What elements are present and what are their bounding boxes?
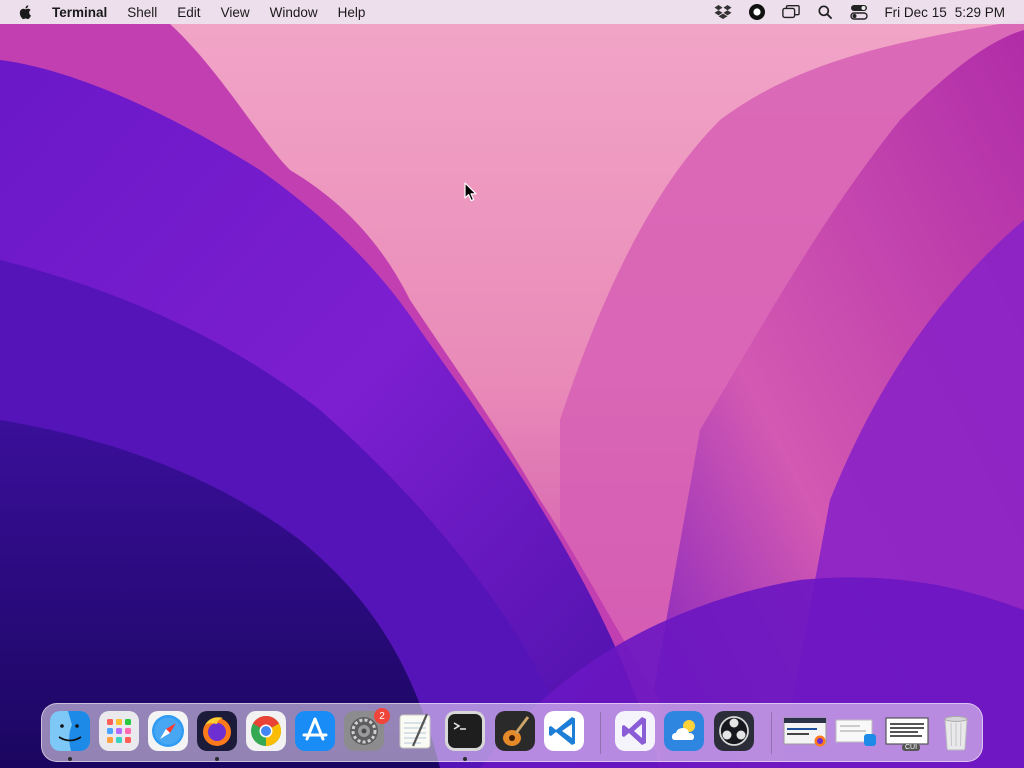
- minimized-window-thumbnail-1[interactable]: [783, 716, 827, 748]
- trash-icon[interactable]: [936, 711, 976, 751]
- visual-studio-icon[interactable]: [615, 711, 655, 751]
- chrome-icon[interactable]: [246, 711, 286, 751]
- terminal-icon[interactable]: [445, 711, 485, 751]
- dock-separator-2: [771, 712, 772, 754]
- menu-view[interactable]: View: [221, 5, 250, 20]
- mouse-cursor-icon: [464, 182, 477, 202]
- dropbox-icon[interactable]: [714, 3, 732, 21]
- system-preferences-badge: 2: [374, 708, 390, 724]
- dock: 2 CUI: [41, 703, 983, 762]
- obs-icon[interactable]: [714, 711, 754, 751]
- menu-edit[interactable]: Edit: [177, 5, 200, 20]
- apple-logo-icon[interactable]: [18, 4, 34, 20]
- clock-date: Fri Dec 15: [884, 4, 947, 20]
- desktop-wallpaper: [0, 0, 1024, 768]
- control-center-icon[interactable]: [850, 3, 869, 21]
- finder-running-indicator: [68, 757, 72, 761]
- terminal-running-indicator: [463, 757, 467, 761]
- menu-window[interactable]: Window: [270, 5, 318, 20]
- clock-time: 5:29 PM: [954, 4, 1005, 20]
- vscode-icon[interactable]: [544, 711, 584, 751]
- textedit-icon[interactable]: [395, 711, 435, 751]
- menu-shell[interactable]: Shell: [127, 5, 157, 20]
- app-menu-terminal[interactable]: Terminal: [52, 5, 107, 20]
- garageband-icon[interactable]: [495, 711, 535, 751]
- menu-help[interactable]: Help: [338, 5, 366, 20]
- menu-bar: Terminal Shell Edit View Window Help Fri…: [0, 0, 1024, 24]
- dock-separator: [600, 712, 601, 754]
- firefox-running-indicator: [215, 757, 219, 761]
- menu-bar-clock[interactable]: Fri Dec 15 5:29 PM: [884, 5, 1005, 20]
- weather-icon[interactable]: [664, 711, 704, 751]
- search-icon[interactable]: [816, 3, 834, 21]
- app-store-icon[interactable]: [295, 711, 335, 751]
- finder-icon[interactable]: [50, 711, 90, 751]
- screen-mirror-icon[interactable]: [782, 3, 801, 21]
- safari-icon[interactable]: [148, 711, 188, 751]
- screen-record-icon[interactable]: [748, 3, 766, 21]
- launchpad-icon[interactable]: [99, 711, 139, 751]
- thumbnail-label: CUI: [902, 744, 921, 751]
- minimized-window-thumbnail-2[interactable]: [834, 716, 878, 748]
- firefox-icon[interactable]: [197, 711, 237, 751]
